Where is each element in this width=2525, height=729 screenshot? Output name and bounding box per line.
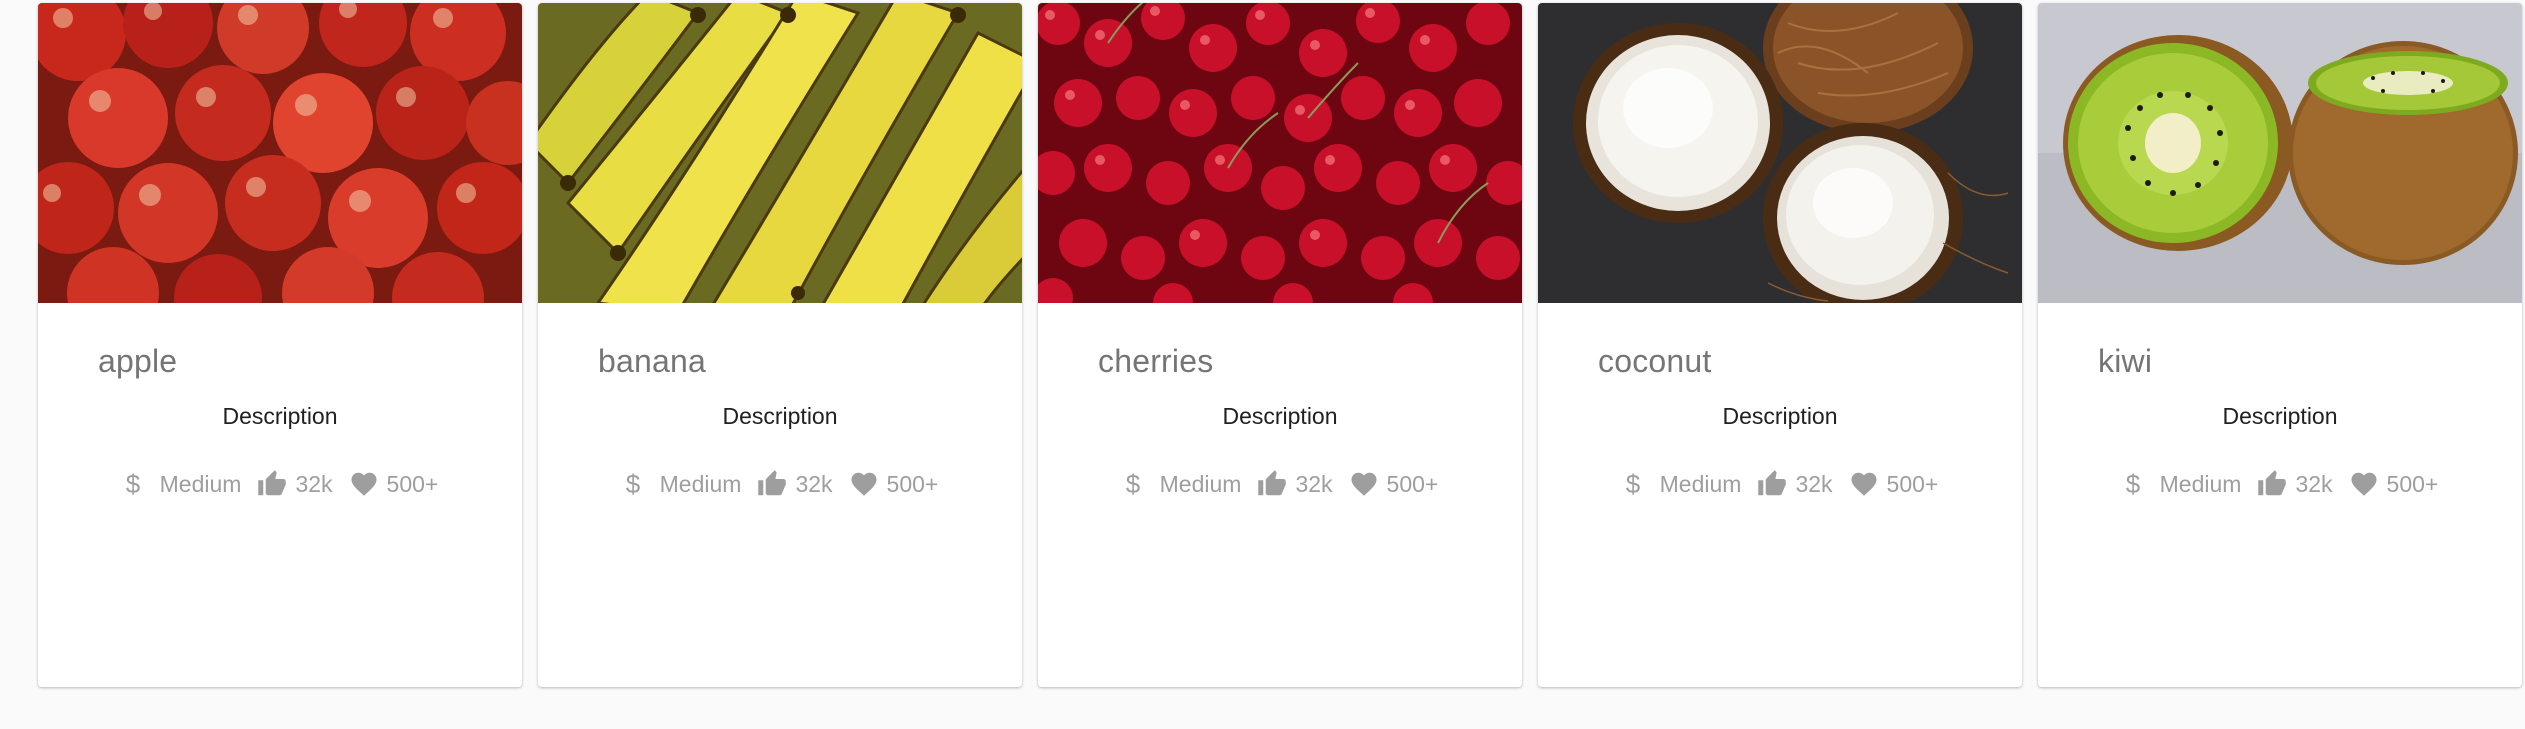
card-stats: $ Medium 32k 500+ <box>538 469 1022 499</box>
favorites-count: 500+ <box>1386 470 1439 497</box>
likes-stat: 32k <box>757 469 833 499</box>
svg-text:$: $ <box>1625 469 1640 499</box>
svg-text:$: $ <box>125 469 140 499</box>
favorites-stat: 500+ <box>849 469 939 499</box>
card-grid: apple Description $ Medium 32k 500+ bana… <box>38 3 2522 687</box>
favorites-stat: 500+ <box>2349 469 2439 499</box>
dollar-icon: $ <box>1125 469 1140 499</box>
card-image-cherries[interactable] <box>1038 3 1522 303</box>
svg-text:$: $ <box>625 469 640 499</box>
likes-count: 32k <box>295 470 333 497</box>
card-stats: $ Medium 32k 500+ <box>2038 469 2522 499</box>
card-stats: $ Medium 32k 500+ <box>38 469 522 499</box>
thumb-up-icon <box>1258 470 1287 496</box>
likes-stat: 32k <box>1757 469 1833 499</box>
price-label: Medium <box>2159 470 2242 497</box>
dollar-icon: $ <box>2125 469 2140 499</box>
card-apple[interactable]: apple Description $ Medium 32k 500+ <box>38 3 522 687</box>
price-label: Medium <box>1159 470 1242 497</box>
card-description: Description <box>1222 403 1338 429</box>
dollar-icon: $ <box>125 469 140 499</box>
thumb-up-icon <box>258 470 287 496</box>
price-stat: $ Medium <box>622 469 742 499</box>
thumb-up-icon <box>1758 470 1787 496</box>
likes-count: 32k <box>795 470 833 497</box>
likes-stat: 32k <box>2257 469 2333 499</box>
card-title: kiwi <box>2098 343 2153 379</box>
thumb-up-icon <box>2258 470 2287 496</box>
favorites-count: 500+ <box>1886 470 1939 497</box>
card-title: coconut <box>1598 343 1712 379</box>
dollar-icon: $ <box>625 469 640 499</box>
favorites-stat: 500+ <box>1849 469 1939 499</box>
heart-icon <box>1351 472 1377 496</box>
favorites-stat: 500+ <box>349 469 439 499</box>
likes-count: 32k <box>1295 470 1333 497</box>
price-label: Medium <box>159 470 242 497</box>
card-description: Description <box>222 403 338 429</box>
favorites-count: 500+ <box>386 470 439 497</box>
card-image-coconuts[interactable] <box>1538 3 2022 303</box>
card-description: Description <box>722 403 838 429</box>
price-label: Medium <box>659 470 742 497</box>
heart-icon <box>851 472 877 496</box>
svg-text:$: $ <box>2125 469 2140 499</box>
favorites-count: 500+ <box>2386 470 2439 497</box>
favorites-stat: 500+ <box>1349 469 1439 499</box>
card-title: apple <box>98 343 178 379</box>
card-cherries[interactable]: cherries Description $ Medium 32k 500+ <box>1038 3 1522 687</box>
likes-stat: 32k <box>257 469 333 499</box>
price-stat: $ Medium <box>122 469 242 499</box>
card-description: Description <box>1722 403 1838 429</box>
card-banana[interactable]: banana Description $ Medium 32k 500+ <box>538 3 1022 687</box>
card-image-bananas[interactable] <box>538 3 1022 303</box>
heart-icon <box>351 472 377 496</box>
likes-count: 32k <box>1795 470 1833 497</box>
svg-text:$: $ <box>1125 469 1140 499</box>
price-stat: $ Medium <box>2122 469 2242 499</box>
card-coconut[interactable]: coconut Description $ Medium 32k 500+ <box>1538 3 2022 687</box>
card-stats: $ Medium 32k 500+ <box>1538 469 2022 499</box>
likes-stat: 32k <box>1257 469 1333 499</box>
card-kiwi[interactable]: kiwi Description $ Medium 32k 500+ <box>2038 3 2522 687</box>
price-label: Medium <box>1659 470 1742 497</box>
card-description: Description <box>2222 403 2338 429</box>
card-image-apples[interactable] <box>38 3 522 303</box>
thumb-up-icon <box>758 470 787 496</box>
price-stat: $ Medium <box>1622 469 1742 499</box>
favorites-count: 500+ <box>886 470 939 497</box>
heart-icon <box>2351 472 2377 496</box>
likes-count: 32k <box>2295 470 2333 497</box>
card-stats: $ Medium 32k 500+ <box>1038 469 1522 499</box>
heart-icon <box>1851 472 1877 496</box>
price-stat: $ Medium <box>1122 469 1242 499</box>
card-title: banana <box>598 343 706 379</box>
card-image-kiwis[interactable] <box>2038 3 2522 303</box>
dollar-icon: $ <box>1625 469 1640 499</box>
card-title: cherries <box>1098 343 1214 379</box>
